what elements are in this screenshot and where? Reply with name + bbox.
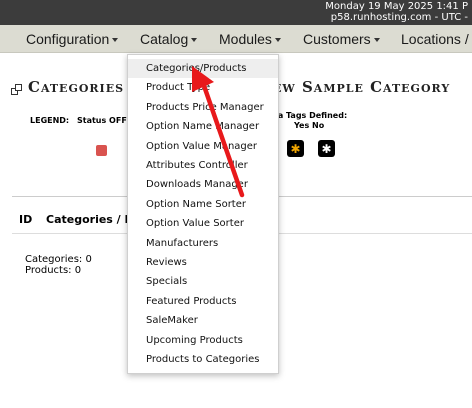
catalog-dropdown-menu: Categories/Products Product Type Product… bbox=[127, 54, 279, 374]
menu-item-attributes-controller[interactable]: Attributes Controller bbox=[128, 156, 278, 175]
menu-item-products-to-categories[interactable]: Products to Categories bbox=[128, 350, 278, 369]
menu-item-option-name-sorter[interactable]: Option Name Sorter bbox=[128, 195, 278, 214]
products-count: Products: 0 bbox=[25, 265, 82, 276]
menu-item-option-value-manager[interactable]: Option Value Manager bbox=[128, 137, 278, 156]
menu-label: Modules bbox=[219, 31, 272, 47]
meta-no-label: No bbox=[312, 121, 325, 130]
caret-down-icon bbox=[274, 38, 281, 43]
legend-label: LEGEND: bbox=[30, 116, 70, 125]
menu-label: Customers bbox=[303, 31, 371, 47]
menu-locations[interactable]: Locations / T bbox=[401, 31, 472, 47]
meta-tags-label: ta Tags Defined: bbox=[274, 111, 348, 120]
menu-item-featured-products[interactable]: Featured Products bbox=[128, 292, 278, 311]
status-off-icon bbox=[96, 145, 107, 156]
page-title: Categories bbox=[28, 78, 125, 96]
menu-item-categories-products[interactable]: Categories/Products bbox=[128, 59, 278, 79]
menu-item-reviews[interactable]: Reviews bbox=[128, 253, 278, 272]
column-header-id[interactable]: ID bbox=[19, 213, 32, 226]
menu-customers[interactable]: Customers bbox=[303, 31, 380, 47]
menu-item-products-price-manager[interactable]: Products Price Manager bbox=[128, 98, 278, 117]
menu-item-option-name-manager[interactable]: Option Name Manager bbox=[128, 117, 278, 136]
top-status-bar: Monday 19 May 2025 1:41 P p58.runhosting… bbox=[0, 0, 472, 25]
status-off-label: Status OFF bbox=[77, 116, 127, 125]
main-menu-bar: Configuration Catalog Modules Customers … bbox=[0, 25, 472, 53]
menu-item-upcoming-products[interactable]: Upcoming Products bbox=[128, 331, 278, 350]
meta-tags-yes-no: Yes No bbox=[294, 121, 324, 130]
menu-modules[interactable]: Modules bbox=[219, 31, 281, 47]
categories-count: Categories: 0 bbox=[25, 254, 92, 265]
menu-label: Locations / T bbox=[401, 31, 472, 47]
menu-item-salemaker[interactable]: SaleMaker bbox=[128, 311, 278, 330]
meta-tags-no-icon: ✱ bbox=[318, 140, 335, 157]
caret-down-icon bbox=[112, 38, 119, 43]
menu-catalog[interactable]: Catalog bbox=[140, 31, 198, 47]
menu-configuration[interactable]: Configuration bbox=[26, 31, 119, 47]
menu-item-product-types[interactable]: Product Type bbox=[128, 78, 278, 97]
meta-yes-label: Yes bbox=[294, 121, 310, 130]
server-host: p58.runhosting.com - UTC - bbox=[330, 12, 468, 23]
caret-down-icon bbox=[191, 38, 198, 43]
menu-item-downloads-manager[interactable]: Downloads Manager bbox=[128, 175, 278, 194]
menu-item-specials[interactable]: Specials bbox=[128, 272, 278, 291]
caret-down-icon bbox=[373, 38, 380, 43]
menu-label: Configuration bbox=[26, 31, 110, 47]
meta-tags-yes-icon: ✱ bbox=[287, 140, 304, 157]
menu-label: Catalog bbox=[140, 31, 189, 47]
menu-item-manufacturers[interactable]: Manufacturers bbox=[128, 234, 278, 253]
menu-item-option-value-sorter[interactable]: Option Value Sorter bbox=[128, 214, 278, 233]
server-datetime: Monday 19 May 2025 1:41 P bbox=[325, 1, 468, 12]
page-title-category: ew Sample Category bbox=[273, 78, 451, 96]
category-tree-icon bbox=[11, 84, 22, 95]
column-header-categories[interactable]: Categories / P bbox=[46, 213, 133, 226]
